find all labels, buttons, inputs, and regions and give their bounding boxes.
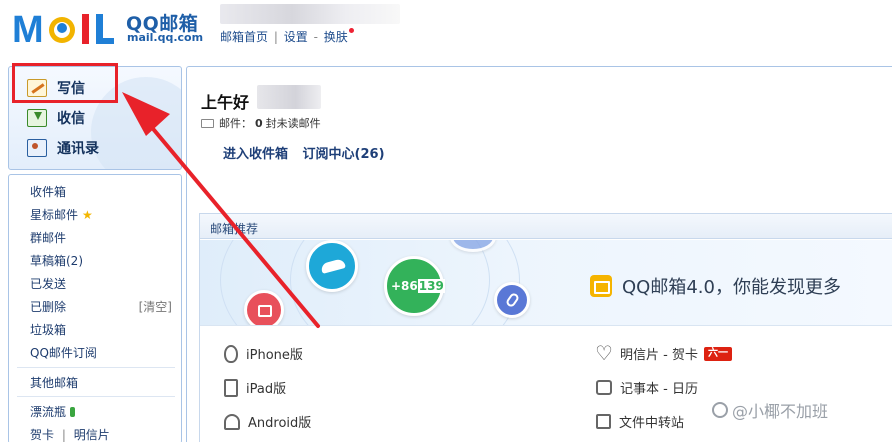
mail-logo[interactable]: M xyxy=(12,8,122,48)
divider xyxy=(17,367,175,368)
notebook-calendar-label: 记事本 - 日历 xyxy=(620,382,698,397)
promo-headline: QQ邮箱4.0，你能发现更多 xyxy=(590,273,841,299)
folder-list: 收件箱 星标邮件 ★ 群邮件 草稿箱(2) 已发送 已删除 [清空] 垃圾箱 QQ… xyxy=(8,174,182,442)
enter-inbox-link[interactable]: 进入收件箱 xyxy=(223,147,288,162)
envelope-icon xyxy=(201,118,214,128)
watermark-text: @小椰不加班 xyxy=(732,402,829,421)
sidebar: 写信 收信 通讯录 收件箱 星标邮件 ★ 群邮件 草稿箱(2) 已发送 已删除 [… xyxy=(8,66,182,442)
folder-drafts[interactable]: 草稿箱(2) xyxy=(30,252,83,269)
link-settings[interactable]: 设置 xyxy=(284,30,308,44)
inbox-icon xyxy=(27,109,47,127)
svg-text:M: M xyxy=(12,9,44,48)
subscription-center-link[interactable]: 订阅中心(26) xyxy=(303,147,385,162)
drift-bubble-icon xyxy=(306,240,358,292)
iphone-app-link[interactable]: iPhone版 xyxy=(224,344,303,363)
postcard-card-label: 明信片 - 贺卡 xyxy=(620,348,698,363)
separator: | xyxy=(61,428,66,442)
calendar-icon xyxy=(596,380,612,395)
separator: - xyxy=(313,30,318,44)
bottle-icon xyxy=(70,407,76,417)
unread-suffix: 封未读邮件 xyxy=(265,117,321,130)
contacts-label: 通讯录 xyxy=(57,141,99,157)
folder-starred[interactable]: 星标邮件 ★ xyxy=(30,206,93,223)
phone-digits: 139 xyxy=(417,279,445,293)
user-name-blurred xyxy=(257,85,321,109)
recommend-title: 邮箱推荐 xyxy=(200,214,892,239)
link-mail-home[interactable]: 邮箱首页 xyxy=(220,30,268,44)
contacts-button[interactable]: 通讯录 xyxy=(27,137,99,159)
star-icon: ★ xyxy=(82,208,93,222)
iphone-app-label: iPhone版 xyxy=(246,348,303,363)
mail-label: 邮件： xyxy=(219,117,252,130)
folder-starred-label: 星标邮件 xyxy=(30,208,79,222)
top-links: 邮箱首页 | 设置 - 换肤 xyxy=(220,28,354,45)
watermark: @小椰不加班 xyxy=(712,398,828,422)
mail-status: 邮件： 0 封未读邮件 xyxy=(201,115,321,131)
festival-badge: 六一 xyxy=(703,346,732,361)
greeting-text: 上午好 xyxy=(201,93,250,112)
watermark-logo-icon xyxy=(712,402,728,418)
folder-group[interactable]: 群邮件 xyxy=(30,229,66,246)
heart-icon xyxy=(595,341,613,365)
app-links: iPhone版 iPad版 Android版 明信片 - 贺卡 六一 记事本 -… xyxy=(200,326,892,442)
contacts-icon xyxy=(27,139,47,157)
android-app-label: Android版 xyxy=(248,416,312,431)
account-name-blurred xyxy=(220,4,400,24)
compose-highlight-box xyxy=(12,63,118,103)
folder-sent[interactable]: 已发送 xyxy=(30,275,66,292)
file-transfer-icon xyxy=(596,414,611,429)
attachment-bubble-icon xyxy=(494,282,530,318)
folder-deleted[interactable]: 已删除 xyxy=(30,298,66,315)
folder-subscriptions[interactable]: QQ邮件订阅 xyxy=(30,344,97,361)
postcard-card-link[interactable]: 明信片 - 贺卡 六一 xyxy=(595,341,732,365)
calendar-bubble-icon xyxy=(244,290,284,325)
android-icon xyxy=(224,413,240,430)
unread-count: 0 xyxy=(255,116,263,130)
apple-icon xyxy=(224,344,238,363)
folder-inbox[interactable]: 收件箱 xyxy=(30,183,66,200)
drift-bottle-label: 漂流瓶 xyxy=(30,405,67,419)
main-panel: 上午好 邮件： 0 封未读邮件 进入收件箱 订阅中心(26) 邮箱推荐 +861… xyxy=(186,66,892,442)
phone-bubble-icon: +86139 xyxy=(384,256,445,316)
ipad-icon xyxy=(224,378,238,397)
file-transfer-label: 文件中转站 xyxy=(619,416,685,431)
separator: | xyxy=(273,30,278,44)
greeting-card-link[interactable]: 贺卡 xyxy=(30,428,54,442)
cards-links: 贺卡 | 明信片 xyxy=(30,426,110,442)
clear-deleted-link[interactable]: [清空] xyxy=(139,298,172,315)
brand-domain: mail.qq.com xyxy=(127,31,204,44)
drift-bottle-link[interactable]: 漂流瓶 xyxy=(30,403,76,420)
divider xyxy=(17,396,175,397)
quick-links: 进入收件箱 订阅中心(26) xyxy=(223,143,385,162)
promo-banner[interactable]: +86139 QQ邮箱4.0，你能发现更多 xyxy=(200,240,892,326)
file-transfer-link[interactable]: 文件中转站 xyxy=(596,412,684,431)
postcard-link[interactable]: 明信片 xyxy=(74,428,110,442)
android-app-link[interactable]: Android版 xyxy=(224,412,311,431)
promo-text: QQ邮箱4.0，你能发现更多 xyxy=(622,277,841,298)
link-change-skin[interactable]: 换肤 xyxy=(324,30,348,44)
receive-button[interactable]: 收信 xyxy=(27,107,85,129)
phone-prefix: +86 xyxy=(391,279,418,293)
notification-dot xyxy=(348,28,354,33)
notebook-calendar-link[interactable]: 记事本 - 日历 xyxy=(596,378,698,397)
mail-promo-icon xyxy=(590,275,612,297)
ipad-app-label: iPad版 xyxy=(246,382,287,397)
folder-other-mailboxes[interactable]: 其他邮箱 xyxy=(30,374,78,391)
receive-label: 收信 xyxy=(57,111,85,127)
ipad-app-link[interactable]: iPad版 xyxy=(224,378,286,397)
top-header: M QQ邮箱 mail.qq.com 邮箱首页 | 设置 - 换肤 xyxy=(0,0,892,62)
folder-spam[interactable]: 垃圾箱 xyxy=(30,321,66,338)
